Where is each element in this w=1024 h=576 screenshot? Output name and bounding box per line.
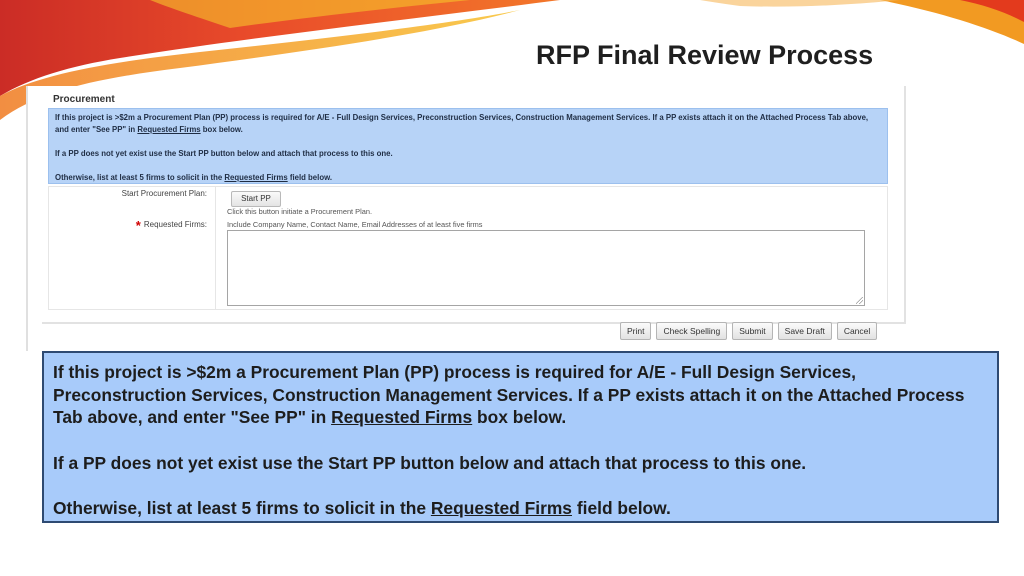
- form-fields: Start Procurement Plan: * Requested Firms…: [48, 186, 888, 310]
- print-button[interactable]: Print: [620, 322, 652, 340]
- start-pp-button[interactable]: Start PP: [231, 191, 281, 207]
- check-spelling-button[interactable]: Check Spelling: [656, 322, 728, 340]
- requested-firms-link[interactable]: Requested Firms: [137, 125, 200, 134]
- callout-paragraph-1: If this project is >$2m a Procurement Pl…: [53, 362, 965, 427]
- callout-paragraph-2: If a PP does not yet exist use the Start…: [53, 452, 807, 473]
- form-screenshot: Procurement If this project is >$2m a Pr…: [26, 86, 906, 351]
- divider: [26, 86, 28, 351]
- swoosh-right-light: [700, 0, 900, 7]
- info-box: If this project is >$2m a Procurement Pl…: [48, 108, 888, 184]
- required-icon: *: [135, 218, 141, 233]
- submit-button[interactable]: Submit: [732, 322, 773, 340]
- requested-firms-hint: Include Company Name, Contact Name, Emai…: [227, 220, 483, 229]
- info-paragraph-2: If a PP does not yet exist use the Start…: [55, 149, 393, 158]
- requested-firms-label: * Requested Firms:: [135, 218, 207, 233]
- cancel-button[interactable]: Cancel: [836, 322, 878, 340]
- requested-firms-textarea[interactable]: [227, 230, 865, 306]
- callout-box: If this project is >$2m a Procurement Pl…: [42, 351, 999, 523]
- resize-handle-icon[interactable]: [856, 297, 863, 304]
- start-pp-label: Start Procurement Plan:: [121, 189, 207, 198]
- callout-requested-firms-link: Requested Firms: [430, 498, 572, 518]
- start-pp-hint: Click this button initiate a Procurement…: [227, 207, 373, 216]
- section-title: Procurement: [53, 94, 115, 105]
- save-draft-button[interactable]: Save Draft: [777, 322, 832, 340]
- callout-paragraph-3: Otherwise, list at least 5 firms to soli…: [53, 498, 671, 518]
- info-paragraph-3: Otherwise, list at least 5 firms to soli…: [55, 173, 333, 182]
- form-actions: Print Check Spelling Submit Save Draft C…: [620, 322, 878, 340]
- callout-requested-firms-link: Requested Firms: [331, 407, 473, 427]
- label-column: Start Procurement Plan: * Requested Firms…: [49, 187, 216, 309]
- requested-firms-link[interactable]: Requested Firms: [224, 173, 287, 182]
- slide-title: RFP Final Review Process: [536, 40, 874, 70]
- info-paragraph-1: If this project is >$2m a Procurement Pl…: [55, 113, 869, 134]
